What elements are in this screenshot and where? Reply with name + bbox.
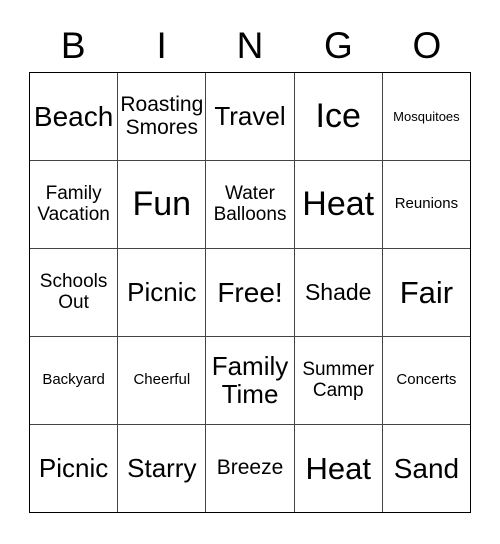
bingo-cell[interactable]: Summer Camp bbox=[294, 337, 383, 424]
bingo-cell-label: Heat bbox=[302, 185, 375, 224]
bingo-cell[interactable]: Family Vacation bbox=[30, 161, 119, 248]
bingo-card: B I N G O Beach Roasting Smores Travel Ice M… bbox=[0, 0, 500, 544]
bingo-cell-label: Heat bbox=[305, 450, 371, 486]
bingo-grid: Beach Roasting Smores Travel Ice Mosquitoes F… bbox=[29, 72, 471, 513]
bingo-cell[interactable]: Travel bbox=[206, 73, 295, 160]
bingo-cell-label: Roasting Smores bbox=[120, 93, 204, 139]
bingo-cell-label: Picnic bbox=[127, 276, 197, 307]
bingo-cell[interactable]: Fair bbox=[382, 249, 471, 336]
bingo-cell-label: Beach bbox=[33, 100, 114, 132]
bingo-cell[interactable]: Roasting Smores bbox=[118, 73, 207, 160]
bingo-row: Schools Out Picnic Free! Shade Fair bbox=[30, 249, 471, 337]
bingo-cell-label: Fun bbox=[132, 185, 192, 224]
bingo-cell-label: Breeze bbox=[216, 456, 284, 480]
bingo-cell-label: Sand bbox=[393, 452, 460, 484]
bingo-cell-label: Family Time bbox=[211, 350, 289, 409]
bingo-cell[interactable]: Cheerful bbox=[118, 337, 207, 424]
bingo-cell[interactable]: Reunions bbox=[382, 161, 471, 248]
header-letter-o: O bbox=[412, 24, 442, 66]
bingo-cell-label: Family Vacation bbox=[37, 183, 110, 225]
bingo-row: Family Vacation Fun Water Balloons Heat Reun… bbox=[30, 161, 471, 249]
bingo-cell-label: Backyard bbox=[42, 371, 105, 389]
bingo-cell[interactable]: Family Time bbox=[206, 337, 295, 424]
bingo-cell[interactable]: Picnic bbox=[118, 249, 207, 336]
bingo-cell[interactable]: Heat bbox=[294, 425, 383, 512]
bingo-cell[interactable]: Picnic bbox=[30, 425, 119, 512]
bingo-cell-label: Schools Out bbox=[39, 271, 108, 313]
bingo-cell[interactable]: Shade bbox=[294, 249, 383, 336]
bingo-cell-label: Fair bbox=[399, 274, 454, 310]
bingo-cell-label: Ice bbox=[315, 97, 361, 136]
header-letter-n: N bbox=[236, 24, 264, 66]
bingo-header: B I N G O bbox=[29, 18, 471, 72]
bingo-cell-label: Shade bbox=[304, 279, 372, 306]
bingo-cell-label: Free! bbox=[217, 276, 283, 308]
bingo-cell[interactable]: Sand bbox=[382, 425, 471, 512]
bingo-cell[interactable]: Ice bbox=[294, 73, 383, 160]
bingo-cell-label: Cheerful bbox=[133, 371, 191, 389]
bingo-cell-label: Starry bbox=[127, 452, 197, 483]
bingo-cell[interactable]: Fun bbox=[118, 161, 207, 248]
bingo-cell-label: Reunions bbox=[394, 195, 459, 213]
header-letter-g: G bbox=[324, 24, 353, 66]
header-letter-i: I bbox=[156, 24, 167, 66]
bingo-cell-label: Picnic bbox=[38, 452, 109, 483]
bingo-cell[interactable]: Heat bbox=[294, 161, 383, 248]
bingo-cell-label: Concerts bbox=[396, 371, 457, 389]
bingo-row: Backyard Cheerful Family Time Summer Camp Co… bbox=[30, 337, 471, 425]
bingo-cell[interactable]: Beach bbox=[30, 73, 119, 160]
bingo-cell-label: Summer Camp bbox=[302, 359, 375, 401]
bingo-cell[interactable]: Free! bbox=[206, 249, 295, 336]
bingo-cell-label: Water Balloons bbox=[213, 183, 287, 225]
bingo-cell[interactable]: Backyard bbox=[30, 337, 119, 424]
bingo-cell[interactable]: Breeze bbox=[206, 425, 295, 512]
bingo-cell[interactable]: Water Balloons bbox=[206, 161, 295, 248]
bingo-cell-label: Mosquitoes bbox=[393, 108, 460, 124]
bingo-row: Picnic Starry Breeze Heat Sand bbox=[30, 425, 471, 512]
bingo-cell[interactable]: Schools Out bbox=[30, 249, 119, 336]
bingo-cell[interactable]: Concerts bbox=[382, 337, 471, 424]
bingo-row: Beach Roasting Smores Travel Ice Mosquitoes bbox=[30, 73, 471, 161]
bingo-cell[interactable]: Starry bbox=[118, 425, 207, 512]
header-letter-b: B bbox=[60, 24, 86, 66]
bingo-cell-label: Travel bbox=[214, 100, 286, 131]
bingo-cell[interactable]: Mosquitoes bbox=[382, 73, 471, 160]
